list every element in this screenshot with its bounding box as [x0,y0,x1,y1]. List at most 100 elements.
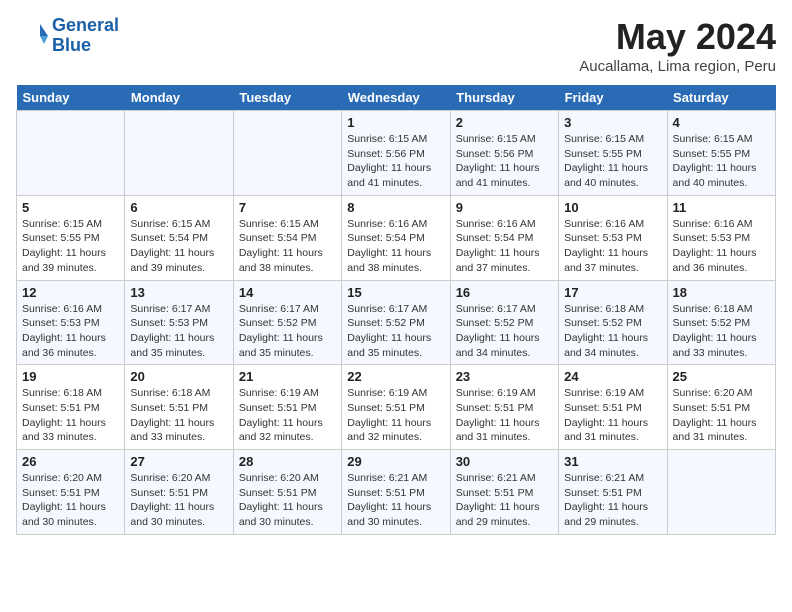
title-section: May 2024 Aucallama, Lima region, Peru [579,16,776,75]
day-info: Sunrise: 6:15 AM Sunset: 5:55 PM Dayligh… [564,132,661,191]
calendar-cell: 3 Sunrise: 6:15 AM Sunset: 5:55 PM Daylig… [559,111,667,196]
day-info: Sunrise: 6:16 AM Sunset: 5:53 PM Dayligh… [22,302,119,361]
day-number: 18 [673,285,770,300]
calendar-week-5: 26 Sunrise: 6:20 AM Sunset: 5:51 PM Dayli… [17,450,776,535]
calendar-cell: 28 Sunrise: 6:20 AM Sunset: 5:51 PM Dayli… [233,450,341,535]
day-number: 27 [130,454,227,469]
day-number: 23 [456,369,553,384]
logo-text: General Blue [52,16,119,56]
day-number: 30 [456,454,553,469]
day-info: Sunrise: 6:17 AM Sunset: 5:52 PM Dayligh… [347,302,444,361]
calendar-cell: 15Sunrise: 6:17 AM Sunset: 5:52 PM Dayli… [342,280,450,365]
weekday-header-sunday: Sunday [17,85,125,111]
calendar-cell [667,450,775,535]
location-label: Aucallama, Lima region, Peru [579,58,776,75]
logo: General Blue [16,16,119,56]
day-number: 14 [239,285,336,300]
calendar-week-2: 5Sunrise: 6:15 AM Sunset: 5:55 PM Daylig… [17,195,776,280]
day-info: Sunrise: 6:19 AM Sunset: 5:51 PM Dayligh… [239,386,336,445]
day-info: Sunrise: 6:19 AM Sunset: 5:51 PM Dayligh… [347,386,444,445]
day-info: Sunrise: 6:18 AM Sunset: 5:52 PM Dayligh… [673,302,770,361]
day-info: Sunrise: 6:19 AM Sunset: 5:51 PM Dayligh… [456,386,553,445]
calendar-cell: 24 Sunrise: 6:19 AM Sunset: 5:51 PM Dayli… [559,365,667,450]
day-info: Sunrise: 6:15 AM Sunset: 5:55 PM Dayligh… [673,132,770,191]
calendar-cell: 27Sunrise: 6:20 AM Sunset: 5:51 PM Dayli… [125,450,233,535]
day-number: 21 [239,369,336,384]
calendar-cell [17,111,125,196]
calendar-cell: 19 Sunrise: 6:18 AM Sunset: 5:51 PM Dayli… [17,365,125,450]
day-number: 26 [22,454,119,469]
calendar-cell: 2 Sunrise: 6:15 AM Sunset: 5:56 PM Daylig… [450,111,558,196]
day-info: Sunrise: 6:15 AM Sunset: 5:56 PM Dayligh… [456,132,553,191]
day-number: 2 [456,115,553,130]
day-number: 12 [22,285,119,300]
day-number: 19 [22,369,119,384]
day-info: Sunrise: 6:18 AM Sunset: 5:51 PM Dayligh… [22,386,119,445]
calendar-cell: 5Sunrise: 6:15 AM Sunset: 5:55 PM Daylig… [17,195,125,280]
calendar-cell: 8 Sunrise: 6:16 AM Sunset: 5:54 PM Daylig… [342,195,450,280]
weekday-header-monday: Monday [125,85,233,111]
calendar-cell: 17Sunrise: 6:18 AM Sunset: 5:52 PM Dayli… [559,280,667,365]
calendar-table: SundayMondayTuesdayWednesdayThursdayFrid… [16,85,776,535]
calendar-cell: 16 Sunrise: 6:17 AM Sunset: 5:52 PM Dayli… [450,280,558,365]
day-info: Sunrise: 6:15 AM Sunset: 5:54 PM Dayligh… [130,217,227,276]
calendar-cell [233,111,341,196]
weekday-header-row: SundayMondayTuesdayWednesdayThursdayFrid… [17,85,776,111]
day-info: Sunrise: 6:16 AM Sunset: 5:53 PM Dayligh… [673,217,770,276]
day-info: Sunrise: 6:21 AM Sunset: 5:51 PM Dayligh… [456,471,553,530]
day-info: Sunrise: 6:18 AM Sunset: 5:51 PM Dayligh… [130,386,227,445]
day-number: 6 [130,200,227,215]
day-info: Sunrise: 6:17 AM Sunset: 5:52 PM Dayligh… [456,302,553,361]
calendar-week-3: 12 Sunrise: 6:16 AM Sunset: 5:53 PM Dayli… [17,280,776,365]
day-number: 17 [564,285,661,300]
calendar-cell: 6 Sunrise: 6:15 AM Sunset: 5:54 PM Daylig… [125,195,233,280]
day-number: 8 [347,200,444,215]
day-number: 20 [130,369,227,384]
weekday-header-thursday: Thursday [450,85,558,111]
day-info: Sunrise: 6:16 AM Sunset: 5:54 PM Dayligh… [347,217,444,276]
calendar-cell: 22 Sunrise: 6:19 AM Sunset: 5:51 PM Dayli… [342,365,450,450]
day-info: Sunrise: 6:19 AM Sunset: 5:51 PM Dayligh… [564,386,661,445]
calendar-cell: 7Sunrise: 6:15 AM Sunset: 5:54 PM Daylig… [233,195,341,280]
day-number: 16 [456,285,553,300]
day-info: Sunrise: 6:15 AM Sunset: 5:54 PM Dayligh… [239,217,336,276]
calendar-cell: 20 Sunrise: 6:18 AM Sunset: 5:51 PM Dayli… [125,365,233,450]
logo-icon [16,20,48,52]
calendar-cell: 26 Sunrise: 6:20 AM Sunset: 5:51 PM Dayli… [17,450,125,535]
weekday-header-wednesday: Wednesday [342,85,450,111]
calendar-cell: 12 Sunrise: 6:16 AM Sunset: 5:53 PM Dayli… [17,280,125,365]
calendar-cell: 21 Sunrise: 6:19 AM Sunset: 5:51 PM Dayli… [233,365,341,450]
day-info: Sunrise: 6:15 AM Sunset: 5:55 PM Dayligh… [22,217,119,276]
day-number: 29 [347,454,444,469]
calendar-week-4: 19 Sunrise: 6:18 AM Sunset: 5:51 PM Dayli… [17,365,776,450]
calendar-cell: 4 Sunrise: 6:15 AM Sunset: 5:55 PM Daylig… [667,111,775,196]
calendar-cell: 25Sunrise: 6:20 AM Sunset: 5:51 PM Dayli… [667,365,775,450]
calendar-cell: 29Sunrise: 6:21 AM Sunset: 5:51 PM Dayli… [342,450,450,535]
day-number: 13 [130,285,227,300]
day-number: 28 [239,454,336,469]
calendar-cell: 30 Sunrise: 6:21 AM Sunset: 5:51 PM Dayli… [450,450,558,535]
calendar-cell: 14 Sunrise: 6:17 AM Sunset: 5:52 PM Dayli… [233,280,341,365]
calendar-cell: 18 Sunrise: 6:18 AM Sunset: 5:52 PM Dayli… [667,280,775,365]
calendar-cell: 1Sunrise: 6:15 AM Sunset: 5:56 PM Daylig… [342,111,450,196]
day-number: 4 [673,115,770,130]
day-number: 24 [564,369,661,384]
calendar-cell: 31Sunrise: 6:21 AM Sunset: 5:51 PM Dayli… [559,450,667,535]
day-number: 11 [673,200,770,215]
day-info: Sunrise: 6:17 AM Sunset: 5:52 PM Dayligh… [239,302,336,361]
day-number: 1 [347,115,444,130]
day-info: Sunrise: 6:20 AM Sunset: 5:51 PM Dayligh… [239,471,336,530]
day-number: 9 [456,200,553,215]
day-number: 3 [564,115,661,130]
day-info: Sunrise: 6:16 AM Sunset: 5:53 PM Dayligh… [564,217,661,276]
day-number: 31 [564,454,661,469]
day-number: 22 [347,369,444,384]
month-year-title: May 2024 [579,16,776,58]
calendar-cell: 10Sunrise: 6:16 AM Sunset: 5:53 PM Dayli… [559,195,667,280]
calendar-cell: 23 Sunrise: 6:19 AM Sunset: 5:51 PM Dayli… [450,365,558,450]
day-info: Sunrise: 6:17 AM Sunset: 5:53 PM Dayligh… [130,302,227,361]
day-info: Sunrise: 6:20 AM Sunset: 5:51 PM Dayligh… [22,471,119,530]
weekday-header-tuesday: Tuesday [233,85,341,111]
calendar-cell: 11 Sunrise: 6:16 AM Sunset: 5:53 PM Dayli… [667,195,775,280]
day-number: 25 [673,369,770,384]
